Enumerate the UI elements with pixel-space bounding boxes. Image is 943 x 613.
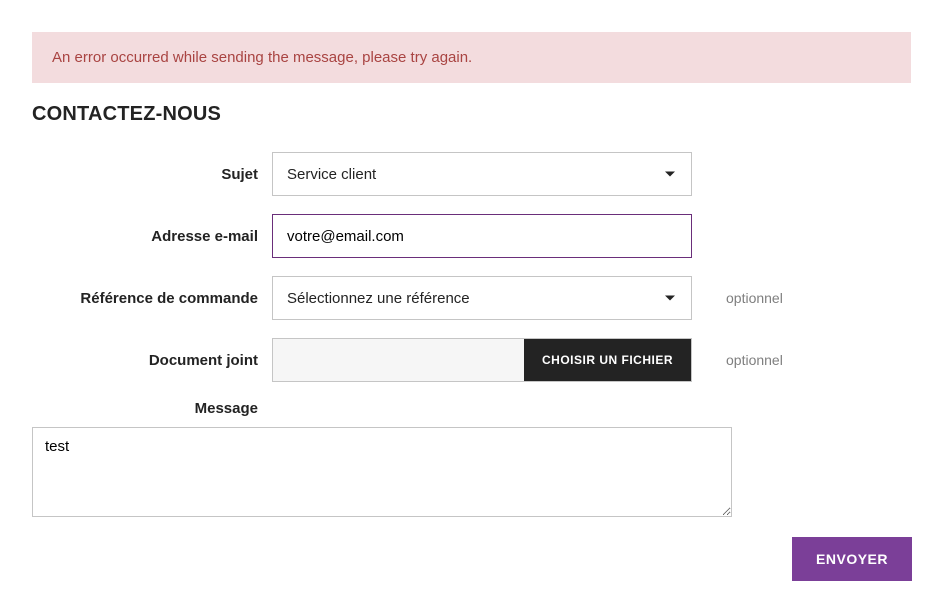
- chevron-down-icon: [665, 296, 675, 301]
- submit-button[interactable]: Envoyer: [792, 537, 912, 581]
- label-message: Message: [32, 400, 258, 417]
- row-message-label: Message: [32, 400, 911, 417]
- page-title: Contactez-nous: [32, 103, 911, 126]
- attachment-optional: optionnel: [726, 352, 783, 368]
- choose-file-button[interactable]: Choisir un fichier: [524, 339, 691, 381]
- subject-selected-value: Service client: [287, 166, 376, 183]
- label-email: Adresse e-mail: [32, 228, 258, 245]
- row-order-ref: Référence de commande Sélectionnez une r…: [32, 276, 911, 320]
- chevron-down-icon: [665, 172, 675, 177]
- error-banner: An error occurred while sending the mess…: [32, 32, 911, 83]
- file-name-display: [273, 339, 524, 381]
- file-input-group: Choisir un fichier: [272, 338, 692, 382]
- order-ref-optional: optionnel: [726, 290, 783, 306]
- row-subject: Sujet Service client: [32, 152, 911, 196]
- row-email: Adresse e-mail: [32, 214, 911, 258]
- message-textarea[interactable]: [32, 427, 732, 517]
- email-input[interactable]: [272, 214, 692, 258]
- order-ref-placeholder: Sélectionnez une référence: [287, 290, 470, 307]
- label-subject: Sujet: [32, 166, 258, 183]
- subject-select[interactable]: Service client: [272, 152, 692, 196]
- order-ref-select[interactable]: Sélectionnez une référence: [272, 276, 692, 320]
- row-attachment: Document joint Choisir un fichier option…: [32, 338, 911, 382]
- label-order-ref: Référence de commande: [32, 290, 258, 307]
- label-attachment: Document joint: [32, 352, 258, 369]
